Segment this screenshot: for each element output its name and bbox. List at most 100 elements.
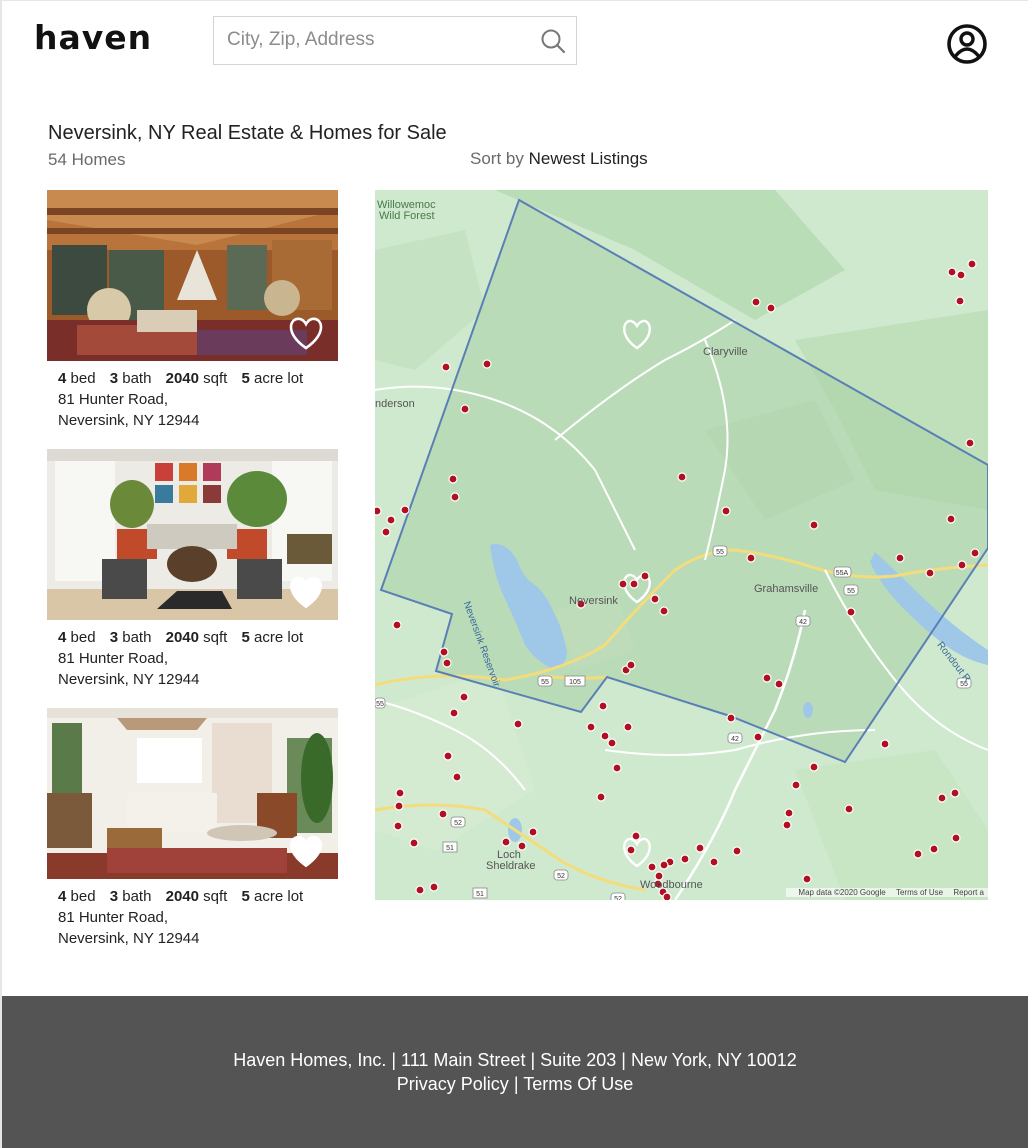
footer-separator: | <box>391 1050 397 1070</box>
lot-value: 5 <box>241 629 250 646</box>
listing-card[interactable]: 4 bed 3 bath 2040 sqft 5 acre lot 81 Hun… <box>47 190 339 431</box>
map-place-label: Neversink <box>569 595 618 607</box>
listing-details: 4 bed 3 bath 2040 sqft 5 acre lot 81 Hun… <box>58 886 339 949</box>
route-shield-label: 51 <box>476 891 484 898</box>
address-line2: Neversink, NY 12944 <box>58 671 200 688</box>
lot-label: acre lot <box>254 629 304 646</box>
listing-stats: 4 bed 3 bath 2040 sqft 5 acre lot <box>58 627 339 648</box>
sort-label: Sort by <box>470 149 524 168</box>
listing-details: 4 bed 3 bath 2040 sqft 5 acre lot 81 Hun… <box>58 627 339 690</box>
route-shield: 52 <box>553 869 569 881</box>
footer-city: New York, NY 10012 <box>630 1050 797 1070</box>
sqft-label: sqft <box>203 629 228 646</box>
route-shield: 55 <box>712 545 728 557</box>
route-shield: 105 <box>564 675 586 687</box>
route-shield: 55 <box>375 697 386 709</box>
baths-value: 3 <box>109 888 119 905</box>
map-place-label: nderson <box>375 398 415 410</box>
sqft-value: 2040 <box>165 629 199 646</box>
address-line2: Neversink, NY 12944 <box>58 930 200 947</box>
sqft-label: sqft <box>203 888 228 905</box>
search-icon[interactable] <box>540 28 566 54</box>
sqft-value: 2040 <box>165 888 199 905</box>
sort-control[interactable]: Sort by Newest Listings <box>470 149 648 169</box>
listing-photo[interactable] <box>47 449 338 620</box>
sort-dropdown[interactable]: Newest Listings <box>529 149 648 168</box>
route-shield-label: 42 <box>731 736 739 743</box>
route-shield: 51 <box>442 841 458 853</box>
baths-value: 3 <box>109 629 119 646</box>
route-shield-label: 55 <box>541 679 549 686</box>
listing-photo[interactable] <box>47 708 338 879</box>
map-credit-text: Map data ©2020 Google <box>798 888 886 897</box>
footer-separator: | <box>621 1050 626 1070</box>
route-shield: 52 <box>610 892 626 900</box>
sqft-value: 2040 <box>165 370 199 387</box>
page-left-border <box>0 0 2 1148</box>
footer-separator: | <box>513 1074 519 1094</box>
lot-label: acre lot <box>254 888 304 905</box>
beds-value: 4 <box>58 629 67 646</box>
footer-suite: Suite 203 <box>540 1050 617 1070</box>
route-shield: 42 <box>795 615 811 627</box>
map-report-link[interactable]: Report a <box>953 888 984 897</box>
search-box[interactable] <box>213 16 577 65</box>
route-shield-label: 52 <box>454 820 462 827</box>
route-shield: 52 <box>450 816 466 828</box>
route-shield: 42 <box>727 732 743 744</box>
route-shield-label: 55 <box>376 701 384 708</box>
heart-icon[interactable] <box>286 833 326 869</box>
route-shield-label: 52 <box>614 896 622 900</box>
route-shield-label: 55 <box>716 549 724 556</box>
address-line2: Neversink, NY 12944 <box>58 412 200 429</box>
address-line1: 81 Hunter Road, <box>58 650 169 667</box>
map-place-label: Woodbourne <box>640 879 703 891</box>
map-canvas[interactable]: 55 55A 55 42 105 55 55 42 52 51 52 51 52… <box>375 190 988 900</box>
map-terms-link[interactable]: Terms of Use <box>896 888 943 897</box>
haven-logo[interactable]: haven <box>34 18 152 57</box>
footer-address: Haven Homes, Inc. | 111 Main Street | Su… <box>2 1050 1028 1071</box>
route-shield: 51 <box>472 887 488 899</box>
terms-of-use-link[interactable]: Terms Of Use <box>523 1074 633 1094</box>
map-place-label: Wild Forest <box>379 210 435 222</box>
beds-label: bed <box>70 370 96 387</box>
route-shield-label: 52 <box>557 873 565 880</box>
listing-card[interactable]: 4 bed 3 bath 2040 sqft 5 acre lot 81 Hun… <box>47 449 339 690</box>
baths-label: bath <box>122 370 152 387</box>
footer-separator: | <box>530 1050 536 1070</box>
address-line1: 81 Hunter Road, <box>58 909 169 926</box>
route-shield-label: 42 <box>799 619 807 626</box>
search-input[interactable] <box>214 17 534 63</box>
baths-value: 3 <box>109 370 119 387</box>
lot-label: acre lot <box>254 370 304 387</box>
lot-value: 5 <box>241 370 250 387</box>
sqft-label: sqft <box>203 370 228 387</box>
beds-label: bed <box>70 888 96 905</box>
heart-icon[interactable] <box>286 315 326 351</box>
listing-stats: 4 bed 3 bath 2040 sqft 5 acre lot <box>58 886 339 907</box>
footer: Haven Homes, Inc. | 111 Main Street | Su… <box>2 996 1028 1148</box>
route-shield: 55 <box>843 584 859 596</box>
map-attribution: Map data ©2020 Google Terms of Use Repor… <box>786 888 988 897</box>
route-shield-label: 51 <box>446 845 454 852</box>
listing-card[interactable]: 4 bed 3 bath 2040 sqft 5 acre lot 81 Hun… <box>47 708 339 949</box>
route-shield-label: 55A <box>836 570 849 577</box>
beds-label: bed <box>70 629 96 646</box>
map-place-label: Grahamsville <box>754 583 819 595</box>
page-top-border <box>0 0 1028 1</box>
route-shield-label: 105 <box>569 679 581 686</box>
heart-icon[interactable] <box>286 574 326 610</box>
beds-value: 4 <box>58 370 67 387</box>
map-place-label: Sheldrake <box>486 860 536 872</box>
footer-company: Haven Homes, Inc. <box>233 1050 387 1070</box>
listings-map[interactable]: 55 55A 55 42 105 55 55 42 52 51 52 51 52… <box>375 190 988 900</box>
beds-value: 4 <box>58 888 67 905</box>
user-circle-icon[interactable] <box>946 23 988 65</box>
footer-links: Privacy Policy | Terms Of Use <box>2 1074 1028 1095</box>
privacy-policy-link[interactable]: Privacy Policy <box>397 1074 509 1094</box>
baths-label: bath <box>122 629 152 646</box>
lot-value: 5 <box>241 888 250 905</box>
footer-street: 111 Main Street <box>401 1050 526 1070</box>
map-place-label: Claryville <box>703 346 748 358</box>
listing-photo[interactable] <box>47 190 338 361</box>
